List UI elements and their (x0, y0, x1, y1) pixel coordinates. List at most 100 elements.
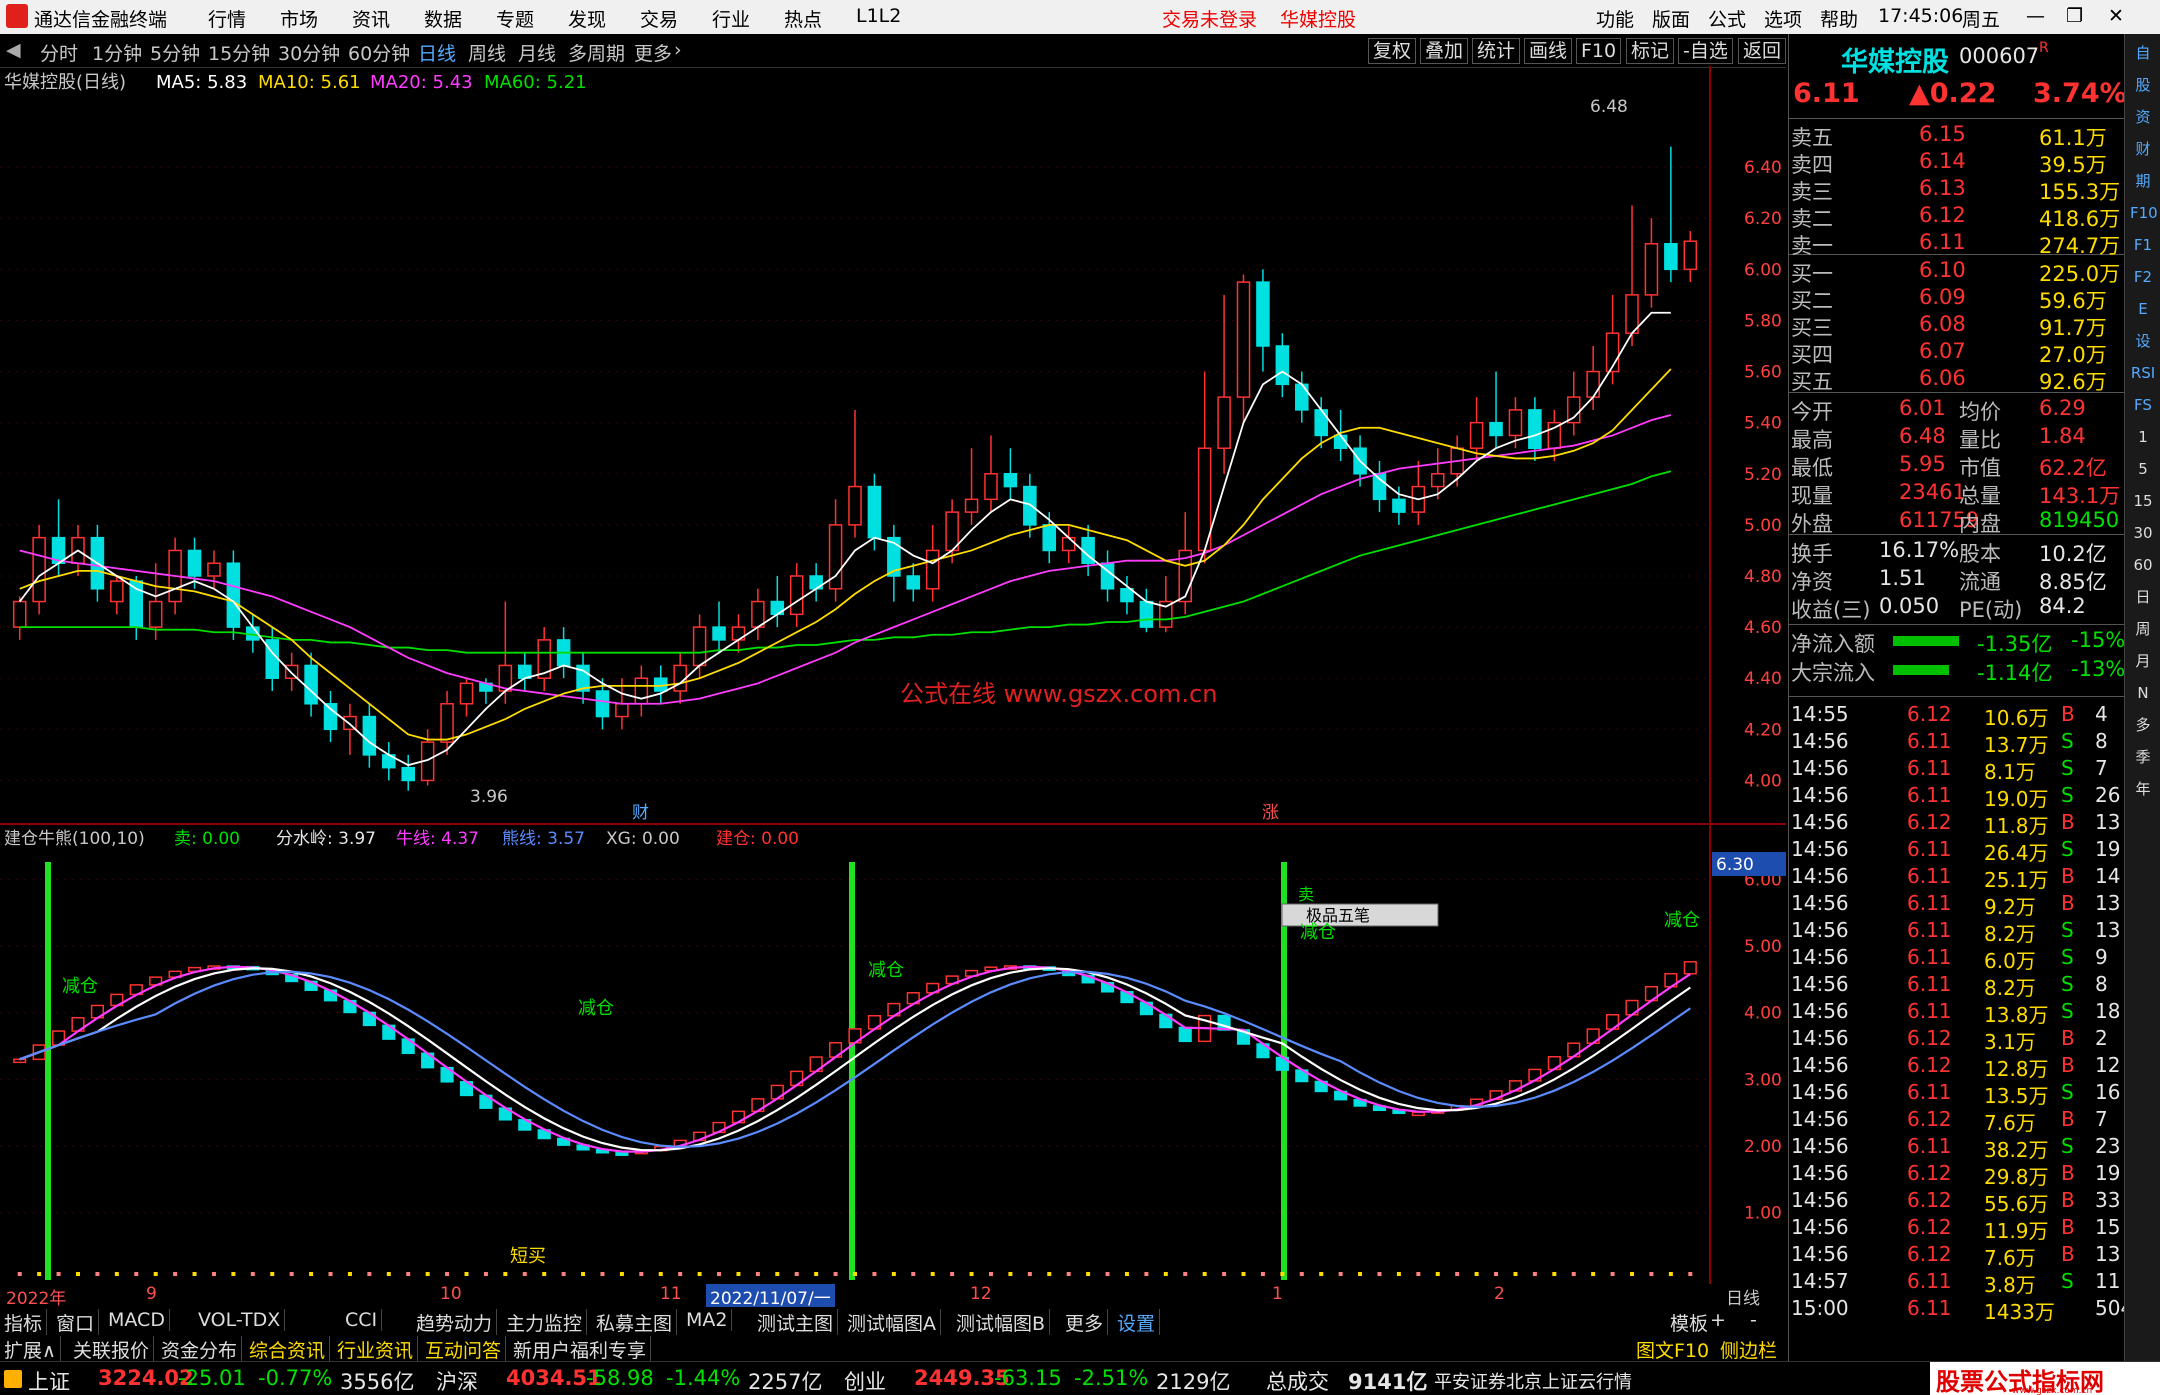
side-tool-button[interactable]: F2 (2130, 264, 2156, 290)
side-tool-button[interactable]: RSI (2130, 360, 2156, 386)
menu-item[interactable]: 交易 (640, 5, 678, 32)
login-status[interactable]: 交易未登录 (1162, 5, 1257, 32)
side-tool-button[interactable]: 月 (2130, 648, 2156, 674)
indicator-tab[interactable]: MA2 (686, 1309, 733, 1331)
toolbar-button[interactable]: 统计 (1472, 38, 1521, 64)
side-tool-button[interactable]: F1 (2130, 232, 2156, 258)
candlestick-chart[interactable]: 华媒控股(日线) MA5: 5.83 MA10: 5.61 MA20: 5.43… (0, 66, 1786, 826)
close-icon[interactable]: ✕ (2108, 5, 2124, 27)
menu-item[interactable]: 帮助 (1820, 5, 1858, 32)
menu-item[interactable]: L1L2 (856, 5, 901, 27)
side-tool-button[interactable]: E (2130, 296, 2156, 322)
info-tab[interactable]: 资金分布 (161, 1336, 243, 1363)
side-tool-button[interactable]: 多 (2130, 712, 2156, 738)
server-name[interactable]: 平安证券北京上证云行情 (1434, 1368, 1632, 1394)
market-icon[interactable] (4, 1370, 22, 1388)
event-marker[interactable]: 涨 (1262, 803, 1279, 823)
indicator-tab[interactable]: MACD (108, 1309, 170, 1331)
indicator-tab[interactable]: 设置 (1117, 1309, 1161, 1336)
menu-item[interactable]: 行业 (712, 5, 750, 32)
menu-item[interactable]: 热点 (784, 5, 822, 32)
indicator-tab[interactable]: 主力监控 (506, 1309, 588, 1336)
side-tool-button[interactable]: 自 (2130, 40, 2156, 66)
chevron-right-icon[interactable]: › (674, 39, 682, 61)
menu-item[interactable]: 发现 (568, 5, 606, 32)
side-tool-button[interactable]: 年 (2130, 776, 2156, 802)
period-tab[interactable]: 1分钟 (92, 39, 142, 66)
indicator-tab[interactable]: 测试幅图B (956, 1309, 1051, 1336)
period-tab-more[interactable]: 更多 (634, 39, 672, 66)
side-tool-button[interactable]: 日 (2130, 584, 2156, 610)
dropdown-icon[interactable]: ◀ (6, 39, 21, 61)
menu-item[interactable]: 公式 (1708, 5, 1746, 32)
indicator-tab[interactable]: 更多 (1065, 1309, 1109, 1336)
side-tool-button[interactable]: 1 (2130, 424, 2156, 450)
indicator-tab[interactable]: 测试主图 (757, 1309, 839, 1336)
period-tab[interactable]: 15分钟 (208, 39, 270, 66)
menu-item[interactable]: 行情 (208, 5, 246, 32)
indicator-tab[interactable]: 私募主图 (596, 1309, 678, 1336)
info-tab[interactable]: 关联报价 (73, 1336, 155, 1363)
side-tool-button[interactable]: 季 (2130, 744, 2156, 770)
side-tool-button[interactable]: 5 (2130, 456, 2156, 482)
toolbar-button[interactable]: 画线 (1524, 38, 1573, 64)
toolbar-button[interactable]: 返回 (1738, 38, 1786, 64)
info-tab[interactable]: 扩展∧ (4, 1336, 61, 1363)
side-tool-button[interactable]: 60 (2130, 552, 2156, 578)
side-tool-button[interactable]: 周 (2130, 616, 2156, 642)
minimize-icon[interactable]: — (2026, 5, 2045, 27)
info-tab[interactable]: 综合资讯 (249, 1336, 331, 1363)
menu-item[interactable]: 资讯 (352, 5, 390, 32)
info-tab[interactable]: 互动问答 (425, 1336, 507, 1363)
panel-toggle-tab[interactable]: 图文F10 (1636, 1336, 1709, 1363)
index-name: 创业 (844, 1370, 886, 1394)
toolbar-button[interactable]: 复权 (1368, 38, 1417, 64)
indicator-tab[interactable]: 指标 (4, 1309, 48, 1336)
indicator-tab[interactable]: 窗口 (56, 1309, 100, 1336)
period-tab[interactable]: 周线 (468, 39, 506, 66)
template-button[interactable]: 模板 (1670, 1309, 1708, 1336)
side-tool-button[interactable]: 15 (2130, 488, 2156, 514)
restore-icon[interactable]: ❐ (2066, 5, 2083, 27)
stock-code: 000607 (1959, 44, 2040, 68)
side-tool-button[interactable]: 30 (2130, 520, 2156, 546)
side-tool-button[interactable]: 股 (2130, 72, 2156, 98)
indicator-tab[interactable]: 趋势动力 (416, 1309, 498, 1336)
menu-item[interactable]: 数据 (424, 5, 462, 32)
menu-item[interactable]: 版面 (1652, 5, 1690, 32)
indicator-tab[interactable]: 测试幅图A (847, 1309, 941, 1336)
template-button[interactable]: - (1750, 1309, 1757, 1331)
period-tab[interactable]: 分时 (40, 39, 78, 66)
period-tab-selected[interactable]: 日线 (418, 39, 456, 66)
side-tool-button[interactable]: N (2130, 680, 2156, 706)
menu-item[interactable]: 功能 (1596, 5, 1634, 32)
template-button[interactable]: + (1710, 1309, 1726, 1331)
side-tool-button[interactable]: 资 (2130, 104, 2156, 130)
finance-row-cell: 流通 (1959, 570, 2001, 594)
event-marker[interactable]: 财 (632, 803, 649, 823)
period-tab[interactable]: 多周期 (568, 39, 625, 66)
period-tab[interactable]: 月线 (518, 39, 556, 66)
menu-item[interactable]: 市场 (280, 5, 318, 32)
toolbar-button[interactable]: 标记 (1626, 38, 1675, 64)
indicator-chart[interactable]: 建仓牛熊(100,10) 卖: 0.00 分水岭: 3.97 牛线: 4.37 … (0, 826, 1786, 1284)
side-tool-button[interactable]: 财 (2130, 136, 2156, 162)
toolbar-button[interactable]: 叠加 (1420, 38, 1469, 64)
side-tool-button[interactable]: F10 (2130, 200, 2158, 226)
indicator-tab[interactable]: VOL-TDX (198, 1309, 286, 1331)
info-tab[interactable]: 行业资讯 (337, 1336, 419, 1363)
indicator-tab[interactable]: CCI (345, 1309, 383, 1331)
menu-item[interactable]: 专题 (496, 5, 534, 32)
side-toolbar: 自股资财期 F10 F1 F2 E 设 RSI FS 1 5 15 30 60 日周月 N 多季年 (2124, 34, 2160, 1361)
period-tab[interactable]: 5分钟 (150, 39, 200, 66)
side-tool-button[interactable]: 设 (2130, 328, 2156, 354)
period-tab[interactable]: 60分钟 (348, 39, 410, 66)
tick-cell: 8.1万 (1984, 760, 2036, 784)
info-tab[interactable]: 新用户福利专享 (513, 1336, 652, 1363)
side-tool-button[interactable]: 期 (2130, 168, 2156, 194)
side-tool-button[interactable]: FS (2130, 392, 2156, 418)
period-tab[interactable]: 30分钟 (278, 39, 340, 66)
toolbar-button[interactable]: F10 (1576, 38, 1622, 64)
toolbar-button[interactable]: -自选 (1678, 38, 1733, 64)
menu-item[interactable]: 选项 (1764, 5, 1802, 32)
